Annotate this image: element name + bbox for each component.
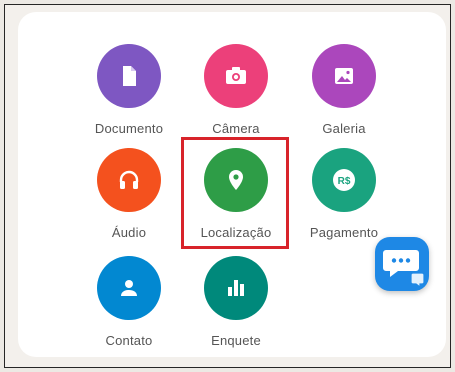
camera-label: Câmera bbox=[212, 121, 260, 136]
gallery-icon bbox=[312, 44, 376, 108]
attach-gallery-button[interactable]: Galeria bbox=[284, 44, 404, 136]
svg-text:R$: R$ bbox=[338, 176, 351, 187]
poll-label: Enquete bbox=[211, 333, 261, 348]
audio-label: Áudio bbox=[111, 225, 147, 240]
chat-fab-button[interactable] bbox=[375, 237, 429, 291]
poll-icon bbox=[204, 256, 268, 320]
chat-bubble-icon bbox=[383, 250, 425, 289]
document-label: Documento bbox=[94, 121, 164, 136]
attach-poll-button[interactable]: Enquete bbox=[176, 256, 296, 348]
payment-icon: R$ bbox=[312, 148, 376, 212]
attach-payment-button[interactable]: R$ Pagamento bbox=[284, 148, 404, 240]
attach-document-button[interactable]: Documento bbox=[69, 44, 189, 136]
headphones-icon bbox=[97, 148, 161, 212]
highlight-box bbox=[181, 137, 289, 249]
attach-contact-button[interactable]: Contato bbox=[69, 256, 189, 348]
attach-audio-button[interactable]: Áudio bbox=[69, 148, 189, 240]
gallery-label: Galeria bbox=[322, 121, 366, 136]
camera-icon bbox=[204, 44, 268, 108]
attach-camera-button[interactable]: Câmera bbox=[176, 44, 296, 136]
document-icon bbox=[97, 44, 161, 108]
contact-icon bbox=[97, 256, 161, 320]
contact-label: Contato bbox=[105, 333, 153, 348]
